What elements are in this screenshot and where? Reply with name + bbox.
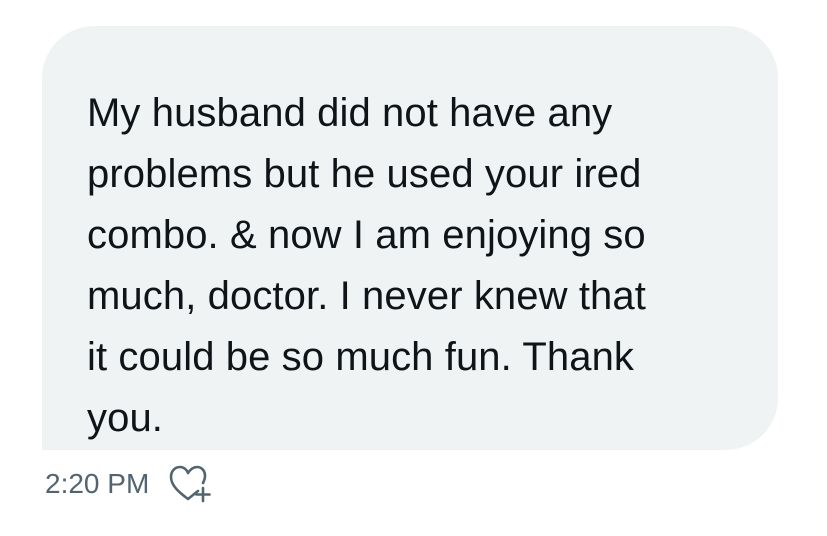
message-bubble: My husband did not have any problems but…	[42, 26, 778, 450]
heart-plus-icon	[169, 465, 212, 503]
add-reaction-button[interactable]	[167, 462, 215, 506]
message-timestamp: 2:20 PM	[45, 468, 150, 499]
message-meta: 2:20 PM	[45, 462, 215, 506]
message-text: My husband did not have any problems but…	[87, 91, 646, 440]
